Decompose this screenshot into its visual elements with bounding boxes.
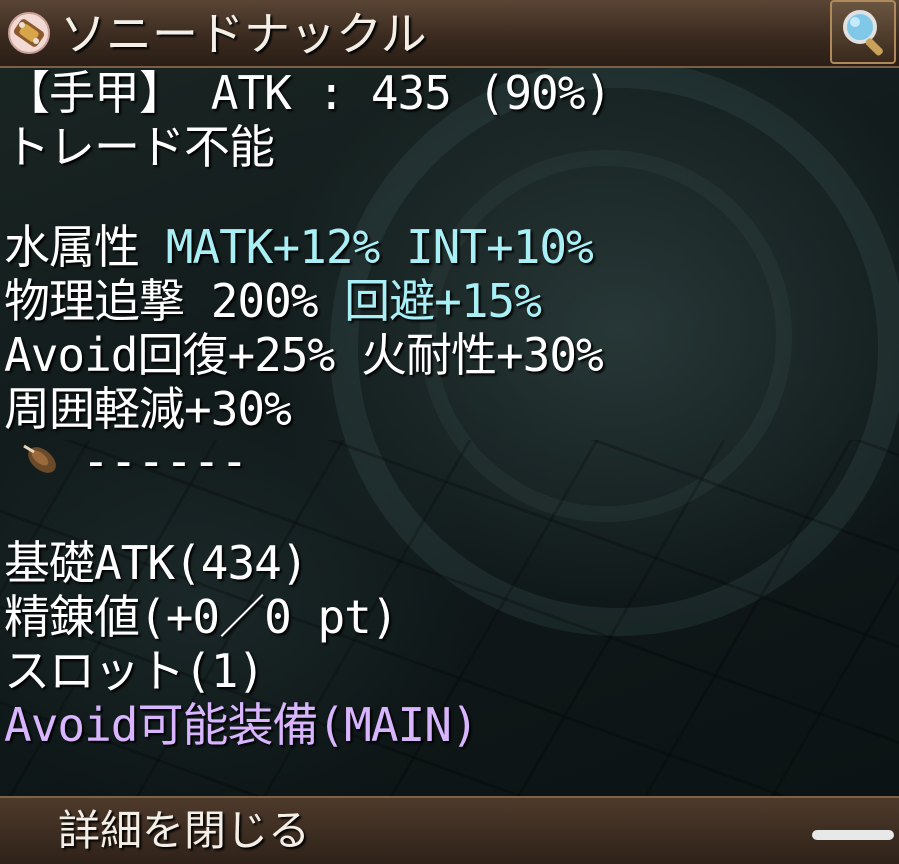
stat-row-element: 水属性 MATK+12% INT+10% (4, 220, 594, 274)
stat-bonus: MATK+12% INT+10% (165, 220, 594, 274)
scroll-handle[interactable] (812, 830, 894, 840)
stat-row-physical: 物理追撃 200% 回避+15% (4, 274, 542, 328)
avoid-equip: Avoid可能装備(MAIN) (4, 698, 479, 752)
refine-value: 精錬値(+0／0 pt) (4, 590, 399, 644)
stat-label: 水属性 (4, 220, 166, 274)
slot-count: スロット(1) (4, 644, 265, 698)
zoom-button[interactable] (830, 0, 896, 64)
close-details-button[interactable]: 詳細を閉じる (0, 796, 899, 864)
slot-empty-label: ------ (82, 434, 249, 488)
crystal-slot-icon (16, 440, 62, 480)
stat-row-area: 周囲軽減+30% (4, 382, 292, 436)
magnifier-icon (843, 10, 883, 56)
stat-bonus: 回避+15% (344, 274, 542, 328)
stat-row-avoid: Avoid回復+25% 火耐性+30% (4, 328, 604, 382)
knuckle-item-icon (6, 10, 52, 56)
close-details-label: 詳細を閉じる (58, 806, 311, 855)
stat-label: 物理追撃 200% (4, 274, 345, 328)
item-title: ソニードナックル (60, 7, 427, 61)
weapon-type-atk: 【手甲】 ATK : 435 (90%) (4, 66, 612, 120)
base-atk: 基礎ATK(434) (4, 536, 309, 590)
item-detail-screen: ソニードナックル 【手甲】 ATK : 435 (90%) トレード不能 水属性… (0, 0, 899, 864)
trade-status: トレード不能 (4, 120, 275, 174)
title-bar: ソニードナックル (0, 0, 899, 68)
